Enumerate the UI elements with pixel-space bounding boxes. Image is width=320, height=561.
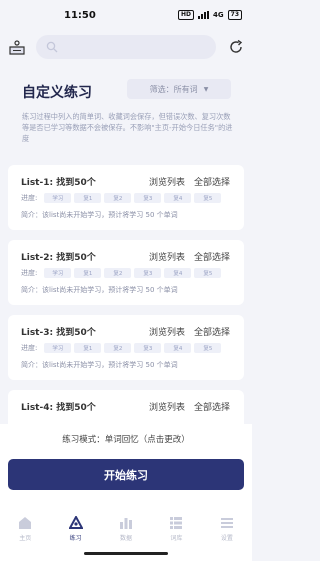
progress-chip: 复2 — [104, 343, 132, 353]
list-title: List-2: 找到50个 — [21, 253, 96, 263]
browse-list-button[interactable]: 浏览列表 — [149, 250, 185, 263]
battery-icon: 73 — [227, 10, 242, 20]
menu-icon — [220, 518, 233, 528]
progress-chip: 学习 — [44, 343, 72, 353]
list-summary: 简介：该list尚未开始学习，预计将学习 50 个单词 — [21, 361, 178, 369]
progress-label: 进度: — [21, 194, 38, 202]
tab-label: 词库 — [170, 535, 183, 542]
progress-chip: 复5 — [194, 268, 222, 278]
top-bar — [0, 34, 252, 62]
filter-dropdown[interactable]: 筛选：所有词 ▼ — [127, 79, 231, 99]
list-card-1[interactable]: List-1: 找到50个 浏览列表 全部选择 进度: 学习 复1 复2 复3 … — [8, 165, 244, 230]
start-practice-button[interactable]: 开始练习 — [8, 459, 244, 490]
tab-label: 主页 — [19, 535, 32, 542]
progress-chip: 复1 — [74, 268, 102, 278]
practice-icon — [68, 516, 83, 529]
progress-chip: 复3 — [134, 343, 162, 353]
filter-label: 筛选：所有词 — [149, 84, 198, 94]
progress-chip: 复4 — [164, 193, 192, 203]
progress-chip: 学习 — [44, 268, 72, 278]
home-indicator — [84, 552, 168, 555]
progress-chip: 复3 — [134, 193, 162, 203]
list-title: List-1: 找到50个 — [21, 178, 96, 188]
chevron-down-icon: ▼ — [203, 85, 209, 93]
status-time: 11:50 — [64, 10, 96, 21]
network-label: 4G — [213, 11, 224, 19]
select-all-button[interactable]: 全部选择 — [194, 250, 230, 263]
list-icon — [170, 517, 183, 529]
browse-list-button[interactable]: 浏览列表 — [149, 325, 185, 338]
status-icons: HD 4G 73 — [178, 10, 242, 20]
hd-indicator: HD — [178, 10, 195, 20]
practice-mode-selector[interactable]: 练习模式：单词回忆（点击更改） — [0, 433, 252, 445]
progress-chip: 复2 — [104, 193, 132, 203]
page-description: 练习过程中列入的简单词、收藏词会保存，但错误次数、复习次数等是否已学习等数据不会… — [22, 112, 233, 143]
list-card-3[interactable]: List-3: 找到50个 浏览列表 全部选择 进度: 学习 复1 复2 复3 … — [8, 315, 244, 380]
progress-chip: 复5 — [194, 193, 222, 203]
search-input[interactable] — [36, 35, 216, 59]
progress-chip: 复2 — [104, 268, 132, 278]
browse-list-button[interactable]: 浏览列表 — [149, 175, 185, 188]
progress-chip: 复5 — [194, 343, 222, 353]
list-summary: 简介：该list尚未开始学习，预计将学习 50 个单词 — [21, 211, 178, 219]
home-icon — [19, 517, 32, 529]
tab-home[interactable]: 主页 — [0, 516, 50, 550]
progress-label: 进度: — [21, 344, 38, 352]
tab-label: 数据 — [120, 535, 133, 542]
progress-chip: 复1 — [74, 343, 102, 353]
home-icon[interactable] — [8, 40, 26, 56]
select-all-button[interactable]: 全部选择 — [194, 325, 230, 338]
progress-chip: 学习 — [44, 193, 72, 203]
tab-bar: 主页 练习 数据 词库 设置 — [0, 516, 252, 550]
progress-chip: 复3 — [134, 268, 162, 278]
select-all-button[interactable]: 全部选择 — [194, 400, 230, 413]
tab-wordbank[interactable]: 词库 — [151, 516, 201, 550]
search-icon — [46, 41, 58, 53]
tab-label: 练习 — [69, 535, 82, 542]
progress-chip: 复4 — [164, 343, 192, 353]
progress-row: 进度: 学习 复1 复2 复3 复4 复5 — [21, 193, 222, 203]
list-title: List-3: 找到50个 — [21, 328, 96, 338]
progress-chip: 复4 — [164, 268, 192, 278]
signal-icon — [198, 11, 210, 19]
list-summary: 简介：该list尚未开始学习，预计将学习 50 个单词 — [21, 286, 178, 294]
page-title: 自定义练习 — [22, 85, 92, 101]
list-card-2[interactable]: List-2: 找到50个 浏览列表 全部选择 进度: 学习 复1 复2 复3 … — [8, 240, 244, 305]
chart-icon — [120, 518, 133, 529]
refresh-icon[interactable] — [228, 39, 244, 55]
tab-practice[interactable]: 练习 — [50, 516, 100, 550]
progress-row: 进度: 学习 复1 复2 复3 复4 复5 — [21, 268, 222, 278]
progress-row: 进度: 学习 复1 复2 复3 复4 复5 — [21, 343, 222, 353]
status-bar: 11:50 HD 4G 73 — [0, 0, 252, 30]
list-title: List-4: 找到50个 — [21, 403, 96, 413]
browse-list-button[interactable]: 浏览列表 — [149, 400, 185, 413]
progress-label: 进度: — [21, 269, 38, 277]
tab-settings[interactable]: 设置 — [202, 516, 252, 550]
tab-label: 设置 — [220, 535, 233, 542]
select-all-button[interactable]: 全部选择 — [194, 175, 230, 188]
tab-data[interactable]: 数据 — [101, 516, 151, 550]
progress-chip: 复1 — [74, 193, 102, 203]
